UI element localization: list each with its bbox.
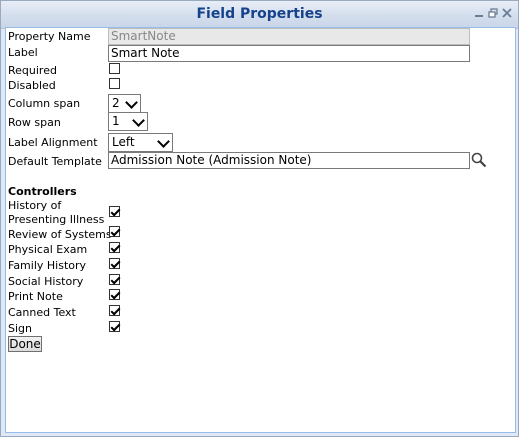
controller-checkbox-physical-exam[interactable] xyxy=(109,242,120,253)
controller-label: Canned Text xyxy=(8,306,76,319)
title-bar[interactable]: Field Properties xyxy=(1,1,518,29)
properties-panel: Property Name SmartNote Label Smart Note… xyxy=(5,27,516,433)
default-template-field[interactable]: Admission Note (Admission Note) xyxy=(108,152,470,169)
window-title: Field Properties xyxy=(196,6,323,22)
disabled-checkbox[interactable] xyxy=(109,78,120,89)
label-alignment-label: Label Alignment xyxy=(8,136,98,149)
property-name-label: Property Name xyxy=(8,30,91,43)
default-template-label: Default Template xyxy=(8,155,102,168)
minimize-icon[interactable] xyxy=(474,8,484,18)
column-span-select[interactable]: 2 xyxy=(108,94,141,113)
controller-checkbox-social-history[interactable] xyxy=(109,274,120,285)
controller-checkbox-print-note[interactable] xyxy=(109,289,120,300)
close-icon[interactable] xyxy=(502,8,512,18)
row-span-select[interactable]: 1 xyxy=(108,112,148,131)
controller-checkbox-review-of-systems[interactable] xyxy=(109,226,120,237)
column-span-label: Column span xyxy=(8,97,81,110)
controller-label: Social History xyxy=(8,275,84,288)
required-checkbox[interactable] xyxy=(109,63,120,74)
controller-label-line2: Presenting Illness xyxy=(8,213,105,226)
controller-label: Physical Exam xyxy=(8,243,88,256)
disabled-label: Disabled xyxy=(8,79,56,92)
done-button[interactable]: Done xyxy=(8,336,42,352)
window-controls xyxy=(474,8,512,20)
column-span-value: 2 xyxy=(112,96,120,110)
chevron-down-icon xyxy=(125,96,138,109)
chevron-down-icon xyxy=(132,114,145,127)
controller-label-line1: History of xyxy=(8,199,62,212)
row-span-label: Row span xyxy=(8,116,61,129)
controller-label: Print Note xyxy=(8,290,63,303)
row-span-value: 1 xyxy=(112,114,120,128)
label-label: Label xyxy=(8,46,38,59)
label-alignment-select[interactable]: Left xyxy=(108,133,173,152)
restore-icon[interactable] xyxy=(488,8,498,18)
property-name-field: SmartNote xyxy=(108,28,470,45)
label-field[interactable]: Smart Note xyxy=(108,45,470,62)
controller-checkbox-canned-text[interactable] xyxy=(109,305,120,316)
controller-label: Family History xyxy=(8,259,87,272)
controller-checkbox-family-history[interactable] xyxy=(109,258,120,269)
chevron-down-icon xyxy=(157,135,170,148)
required-label: Required xyxy=(8,64,57,77)
magnifier-icon[interactable] xyxy=(471,152,487,168)
field-properties-window: Field Properties Property Name SmartNote… xyxy=(0,0,519,437)
controller-label: Review of Systems xyxy=(8,228,112,241)
controller-checkbox-history-of-presenting-illness[interactable] xyxy=(109,206,120,217)
controllers-heading: Controllers xyxy=(8,185,77,198)
controller-label: Sign xyxy=(8,322,32,335)
label-alignment-value: Left xyxy=(112,135,135,149)
controller-checkbox-sign[interactable] xyxy=(109,321,120,332)
